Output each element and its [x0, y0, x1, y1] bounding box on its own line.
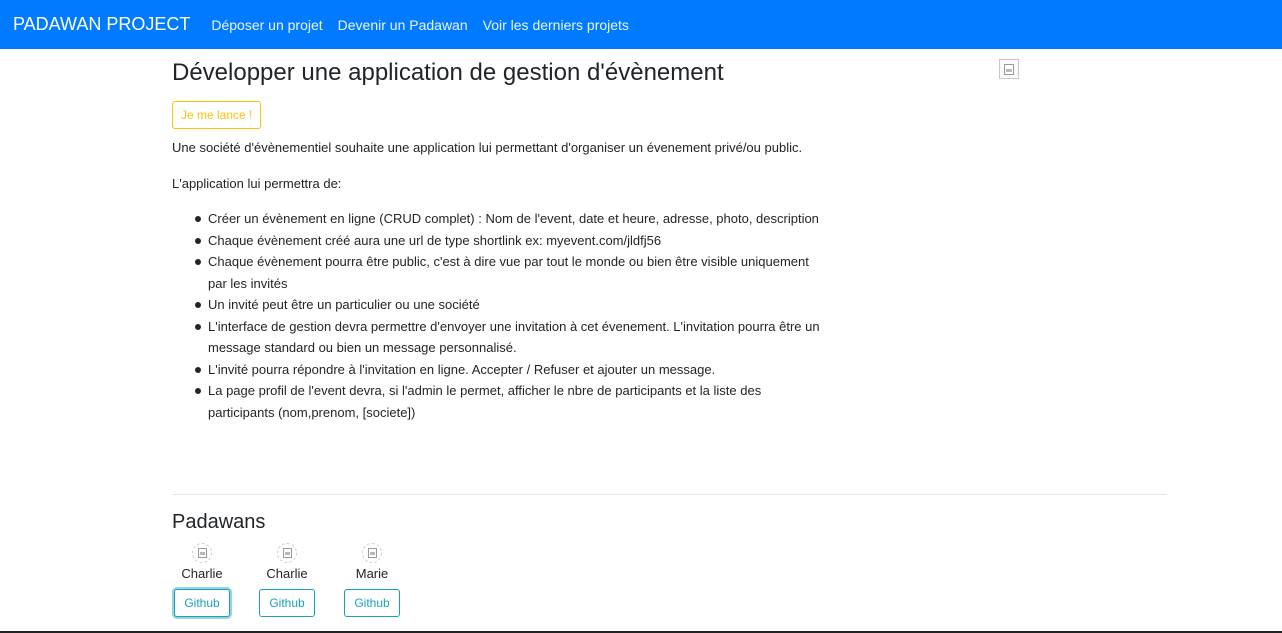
start-project-button[interactable]: Je me lance ! — [172, 101, 262, 129]
list-item: Chaque évènement créé aura une url de ty… — [195, 230, 822, 252]
features-intro: L'application lui permettra de: — [172, 175, 342, 191]
brand-link[interactable]: PADAWAN PROJECT — [13, 14, 190, 35]
nav-link-latest-projects[interactable]: Voir les derniers projets — [483, 17, 629, 33]
avatar — [362, 543, 382, 563]
nav-link-become-padawan[interactable]: Devenir un Padawan — [338, 17, 468, 33]
padawan-card: Charlie Github — [172, 543, 232, 617]
padawans-title: Padawans — [172, 511, 266, 533]
nav-link-submit-project[interactable]: Déposer un projet — [211, 17, 322, 33]
top-navbar: PADAWAN PROJECT Déposer un projet Deveni… — [0, 0, 1282, 49]
list-item: Chaque évènement pourra être public, c'e… — [195, 251, 822, 294]
github-button[interactable]: Github — [259, 589, 315, 617]
project-description: Une société d'évènementiel souhaite une … — [172, 137, 822, 423]
features-list: Créer un évènement en ligne (CRUD comple… — [172, 208, 822, 423]
broken-image-icon — [197, 548, 207, 558]
list-item: Créer un évènement en ligne (CRUD comple… — [195, 208, 822, 230]
padawan-card: Marie Github — [342, 543, 402, 617]
github-button[interactable]: Github — [174, 589, 230, 617]
padawan-name: Marie — [355, 566, 389, 581]
list-item: L'invité pourra répondre à l'invitation … — [195, 359, 822, 381]
list-item: La page profil de l'event devra, si l'ad… — [195, 380, 822, 423]
padawan-card: Charlie Github — [257, 543, 317, 617]
list-item: Un invité peut être un particulier ou un… — [195, 294, 822, 316]
github-button[interactable]: Github — [344, 589, 400, 617]
section-divider — [172, 494, 1167, 495]
project-title: Développer une application de gestion d'… — [172, 59, 724, 86]
project-image — [999, 59, 1019, 79]
project-intro: Une société d'évènementiel souhaite une … — [172, 140, 803, 155]
padawan-name: Charlie — [266, 566, 308, 581]
list-item: L'interface de gestion devra permettre d… — [195, 316, 822, 359]
broken-image-icon — [367, 548, 377, 558]
broken-image-icon — [282, 548, 292, 558]
avatar — [192, 543, 212, 563]
padawan-name: Charlie — [181, 566, 223, 581]
avatar — [277, 543, 297, 563]
broken-image-icon — [1004, 63, 1014, 75]
